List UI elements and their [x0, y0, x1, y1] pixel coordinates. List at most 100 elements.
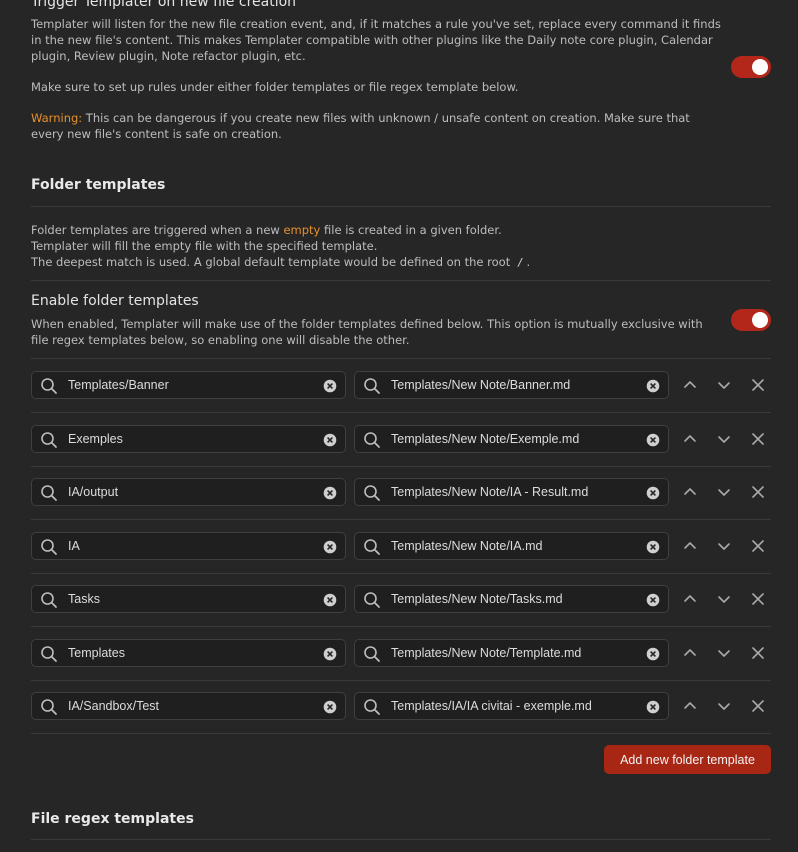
trigger-toggle[interactable] [731, 56, 771, 78]
clear-icon[interactable] [323, 485, 337, 500]
search-value: Templates/New Note/IA.md [391, 538, 543, 553]
search-value: IA/output [68, 485, 119, 499]
divider [31, 572, 771, 574]
search-icon [40, 377, 58, 395]
toggle-knob [752, 59, 768, 75]
toggle-knob [752, 312, 768, 328]
search-icon [40, 645, 58, 663]
clear-icon[interactable] [646, 378, 660, 393]
template-search-input[interactable]: Templates/IA/IA civitai - exemple.md [354, 692, 669, 720]
search-icon [40, 591, 58, 609]
trigger-description: Templater will listen for the new file c… [31, 17, 721, 63]
divider [31, 519, 771, 520]
folder-search-input[interactable]: Templates [31, 638, 346, 667]
search-value: Templates/Banner [68, 378, 169, 392]
search-icon [40, 698, 58, 716]
search-icon [363, 377, 381, 395]
template-search-input[interactable]: Templates/New Note/Tasks.md [354, 585, 669, 613]
search-icon [40, 431, 58, 449]
search-icon [363, 484, 381, 502]
folder-templates-heading: Folder templates [31, 177, 166, 193]
clear-icon[interactable] [323, 432, 337, 446]
search-value: Tasks [68, 592, 100, 606]
clear-icon[interactable] [323, 378, 337, 393]
move-down-icon[interactable] [716, 431, 732, 447]
clear-icon[interactable] [646, 432, 660, 446]
clear-icon[interactable] [323, 699, 337, 714]
search-icon [40, 484, 58, 502]
template-search-input[interactable]: Templates/New Note/Template.md [354, 638, 669, 667]
move-down-icon[interactable] [716, 377, 732, 393]
move-up-icon[interactable] [682, 484, 698, 500]
move-up-icon[interactable] [682, 538, 698, 554]
search-icon [363, 431, 381, 449]
delete-icon[interactable] [750, 591, 766, 607]
folder-search-input[interactable]: Templates/Banner [31, 371, 346, 399]
root-code: / [516, 256, 524, 269]
search-value: Templates/New Note/Exemple.md [391, 431, 580, 446]
folder-search-input[interactable]: IA/output [31, 478, 346, 506]
search-value: Templates/IA/IA civitai - exemple.md [391, 699, 592, 713]
move-up-icon[interactable] [682, 645, 698, 661]
divider [31, 733, 771, 734]
warning-text: This can be dangerous if you create new … [31, 111, 690, 141]
template-search-input[interactable]: Templates/New Note/IA - Result.md [354, 478, 669, 506]
folder-search-input[interactable]: IA [31, 531, 346, 560]
warning-label: Warning: [31, 111, 83, 125]
delete-icon[interactable] [750, 645, 766, 661]
desc-text: Folder templates are triggered when a ne… [31, 223, 284, 237]
delete-icon[interactable] [750, 698, 766, 714]
clear-icon[interactable] [323, 592, 337, 607]
file-regex-templates-heading: File regex templates [31, 811, 194, 827]
search-icon [363, 591, 381, 609]
clear-icon[interactable] [646, 699, 660, 714]
move-down-icon[interactable] [716, 538, 732, 554]
move-down-icon[interactable] [716, 484, 732, 500]
move-up-icon[interactable] [682, 377, 698, 393]
delete-icon[interactable] [750, 538, 766, 554]
delete-icon[interactable] [750, 431, 766, 447]
clear-icon[interactable] [646, 646, 660, 660]
clear-icon[interactable] [646, 592, 660, 607]
search-value: Templates/New Note/IA - Result.md [391, 485, 589, 499]
folder-templates-toggle[interactable] [731, 309, 771, 331]
trigger-rules-note: Make sure to set up rules under either f… [31, 80, 519, 94]
divider [31, 206, 771, 207]
enable-folder-templates-title: Enable folder templates [31, 293, 199, 309]
move-up-icon[interactable] [682, 591, 698, 607]
folder-search-input[interactable]: Tasks [31, 585, 346, 613]
desc-text: file is created in a given folder. [320, 223, 502, 237]
desc-line-1: Folder templates are triggered when a ne… [31, 222, 751, 238]
template-search-input[interactable]: Templates/New Note/Exemple.md [354, 424, 669, 453]
folder-search-input[interactable]: Exemples [31, 424, 346, 453]
move-down-icon[interactable] [716, 591, 732, 607]
clear-icon[interactable] [646, 539, 660, 553]
clear-icon[interactable] [323, 539, 337, 553]
template-search-input[interactable]: Templates/New Note/IA.md [354, 531, 669, 560]
move-up-icon[interactable] [682, 698, 698, 714]
clear-icon[interactable] [646, 485, 660, 500]
divider [31, 626, 771, 627]
desc-line-3: The deepest match is used. A global defa… [31, 254, 751, 271]
empty-highlight: empty [283, 223, 321, 237]
clear-icon[interactable] [323, 646, 337, 660]
delete-icon[interactable] [750, 377, 766, 393]
search-value: IA/Sandbox/Test [68, 699, 160, 713]
search-value: Exemples [68, 431, 123, 446]
trigger-warning: Warning: This can be dangerous if you cr… [31, 110, 711, 142]
move-up-icon[interactable] [682, 431, 698, 447]
divider [31, 679, 771, 681]
search-value: Templates [68, 645, 125, 660]
search-value: IA [68, 538, 80, 553]
add-folder-template-button[interactable]: Add new folder template [604, 745, 771, 774]
move-down-icon[interactable] [716, 645, 732, 661]
divider [31, 358, 771, 359]
template-search-input[interactable]: Templates/New Note/Banner.md [354, 371, 669, 399]
search-value: Templates/New Note/Banner.md [391, 378, 571, 392]
search-value: Templates/New Note/Template.md [391, 645, 582, 660]
divider [31, 280, 771, 281]
move-down-icon[interactable] [716, 698, 732, 714]
folder-search-input[interactable]: IA/Sandbox/Test [31, 692, 346, 720]
folder-templates-description: Folder templates are triggered when a ne… [31, 222, 751, 271]
delete-icon[interactable] [750, 484, 766, 500]
